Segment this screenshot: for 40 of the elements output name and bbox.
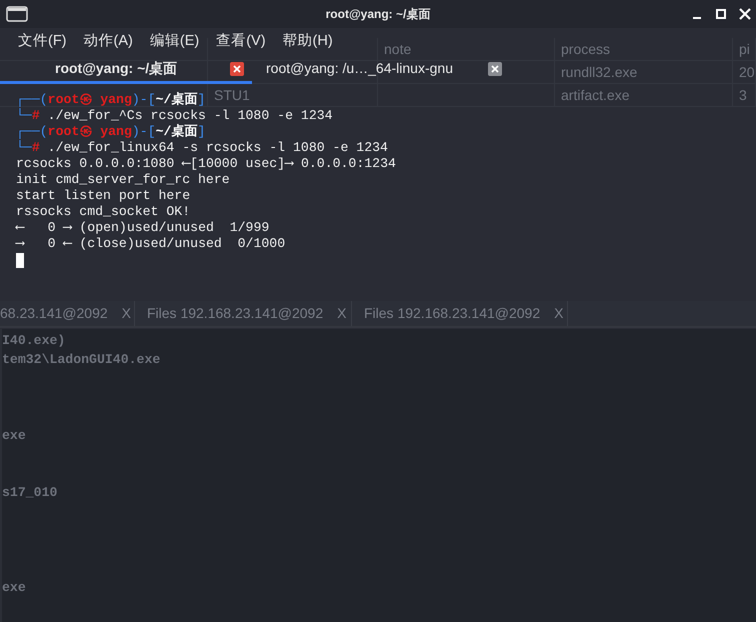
- table-cell: rundll32.exe: [561, 64, 638, 80]
- console-line: exe: [2, 579, 26, 597]
- menu-item[interactable]: 文件(F): [12, 31, 73, 53]
- column-header: pi: [739, 41, 750, 57]
- console-line: tem32\LadonGUI40.exe: [2, 351, 160, 369]
- table-cell: STU1: [214, 87, 250, 103]
- terminal-line: ┌──(root㉿ yang)-[~/桌面]: [16, 124, 206, 140]
- table-cell: artifact.exe: [561, 87, 630, 103]
- tab-label: 68.23.141@2092: [0, 304, 108, 323]
- terminal-line: ⟵ 0 ⟶ (open)used/unused 1/999: [16, 220, 270, 236]
- menu-item[interactable]: 编辑(E): [144, 31, 206, 53]
- terminal-line: rcsocks 0.0.0.0:1080 ⟵[10000 usec]⟶ 0.0.0.0:1234: [16, 156, 396, 172]
- menu-item[interactable]: 帮助(H): [276, 31, 339, 53]
- terminal-line: └─# ./ew_for_^Cs rcsocks -l 1080 -e 1234: [16, 108, 333, 124]
- terminal-line: ⟶ 0 ⟵ (close)used/unused 0/1000: [16, 236, 286, 252]
- console-line: exe: [2, 427, 26, 445]
- terminal-cursor: [16, 253, 24, 268]
- menu-item[interactable]: 动作(A): [78, 31, 139, 53]
- window-title: root@yang: ~/桌面: [326, 6, 430, 23]
- terminal-icon[interactable]: [6, 6, 28, 22]
- terminal-tab[interactable]: root@yang: /u…_64-linux-gnu: [252, 56, 502, 84]
- terminal-tab[interactable]: root@yang: ~/桌面: [0, 56, 252, 84]
- console-line: s17_010: [2, 484, 58, 502]
- tab-close-icon[interactable]: [230, 62, 244, 76]
- table-cell: 3: [739, 87, 747, 103]
- tab-label: Files 192.168.23.141@2092: [147, 304, 324, 323]
- tab-label: Files 192.168.23.141@2092: [364, 304, 540, 323]
- close-icon[interactable]: [738, 7, 752, 21]
- maximize-icon[interactable]: [714, 7, 728, 21]
- tab-close-icon[interactable]: [488, 62, 502, 76]
- terminal-line: start listen port here: [16, 188, 190, 204]
- terminal-line: ┌──(root㉿ yang)-[~/桌面]: [16, 92, 206, 108]
- terminal-line: └─# ./ew_for_linux64 -s rcsocks -l 1080 -e 1234: [16, 140, 388, 156]
- menu-item[interactable]: 查看(V): [210, 31, 272, 53]
- column-header: note: [384, 41, 412, 57]
- column-header: process: [561, 41, 610, 57]
- console-line: I40.exe): [2, 332, 66, 350]
- terminal-line: init cmd_server_for_rc here: [16, 172, 230, 188]
- terminal-line: rssocks cmd_socket OK!: [16, 204, 190, 220]
- table-cell: 20: [739, 64, 755, 80]
